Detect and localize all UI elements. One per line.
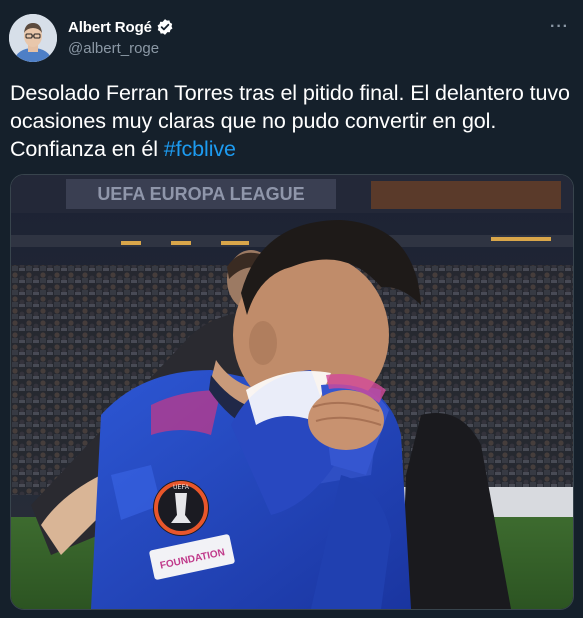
author-name-row[interactable]: Albert Rogé bbox=[68, 18, 174, 36]
tweet-body-text: Desolado Ferran Torres tras el pitido fi… bbox=[10, 81, 570, 161]
author-handle[interactable]: @albert_roge bbox=[68, 40, 159, 57]
more-options-icon[interactable]: ··· bbox=[550, 18, 569, 36]
hashtag-link[interactable]: #fcblive bbox=[164, 137, 236, 161]
author-avatar[interactable] bbox=[9, 14, 57, 62]
tweet-text: Desolado Ferran Torres tras el pitido fi… bbox=[10, 79, 570, 163]
person-avatar-icon bbox=[9, 14, 57, 62]
football-player-photo: UEFA EUROPA LEAGUE UEFA FOUNDATION bbox=[11, 175, 573, 609]
uefa-banner-text: UEFA EUROPA LEAGUE bbox=[97, 184, 304, 204]
author-display-name[interactable]: Albert Rogé bbox=[68, 19, 152, 36]
tweet-media-photo[interactable]: UEFA EUROPA LEAGUE UEFA FOUNDATION bbox=[10, 174, 574, 610]
tweet-card: Albert Rogé @albert_roge ··· Desolado Fe… bbox=[0, 0, 583, 618]
verified-badge-icon bbox=[156, 18, 174, 36]
europa-league-badge-text: UEFA bbox=[173, 485, 189, 491]
